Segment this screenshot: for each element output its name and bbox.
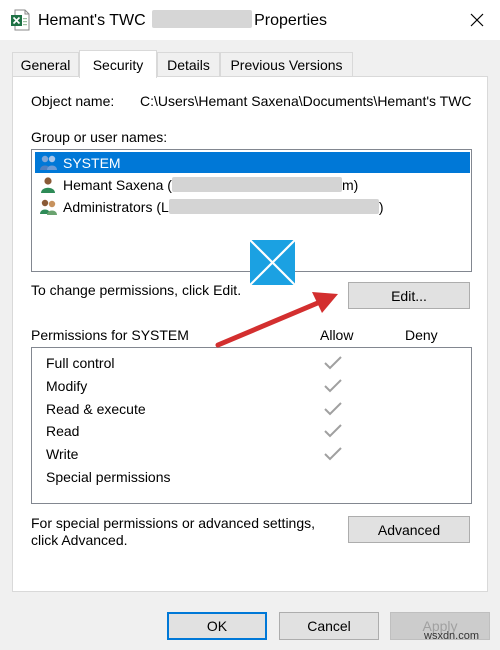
permission-label: Special permissions xyxy=(46,469,171,485)
tab-general[interactable]: General xyxy=(12,52,79,77)
group-item-label: SYSTEM xyxy=(63,154,121,171)
advanced-help-line2: click Advanced. xyxy=(31,532,128,548)
permission-row: Read & execute xyxy=(46,398,146,420)
group-names-label: Group or user names: xyxy=(31,129,168,145)
close-icon xyxy=(470,13,484,27)
permissions-for-label: Permissions for SYSTEM xyxy=(31,327,189,343)
window-title-prefix: Hemant's TWC xyxy=(38,12,146,29)
group-item-administrators[interactable]: Administrators (L ) xyxy=(35,196,470,217)
redacted-account xyxy=(168,199,379,214)
redacted-title xyxy=(152,10,253,28)
group-item-label: Administrators (L xyxy=(63,198,169,215)
advanced-help-line1: For special permissions or advanced sett… xyxy=(31,515,316,531)
allow-check-icon xyxy=(324,356,342,370)
ok-button[interactable]: OK xyxy=(167,612,267,640)
change-permissions-text: To change permissions, click Edit. xyxy=(31,282,242,298)
window-title: Hemant's TWC Properties xyxy=(38,10,327,30)
tab-security[interactable]: Security xyxy=(79,50,157,78)
permission-row: Full control xyxy=(46,352,114,374)
allow-check-icon xyxy=(324,447,342,461)
group-users-icon xyxy=(40,155,57,170)
permission-row: Read xyxy=(46,420,79,442)
allow-column-header: Allow xyxy=(320,327,354,343)
allow-check-icon xyxy=(324,424,342,438)
object-name-label: Object name: xyxy=(31,93,115,109)
window-title-suffix: Properties xyxy=(254,12,328,29)
advanced-button[interactable]: Advanced xyxy=(348,516,470,543)
group-item-suffix: m) xyxy=(341,176,359,193)
cancel-button[interactable]: Cancel xyxy=(279,612,379,640)
allow-check-icon xyxy=(324,402,342,416)
object-name-value: C:\Users\Hemant Saxena\Documents\Hemant'… xyxy=(140,93,472,109)
windows-logo-icon xyxy=(250,240,295,285)
permission-label: Write xyxy=(46,446,79,462)
group-item-suffix: ) xyxy=(378,198,384,215)
deny-column-header: Deny xyxy=(405,327,438,343)
excel-file-icon xyxy=(11,9,30,31)
close-button[interactable] xyxy=(462,6,492,34)
group-item-hemant-saxena[interactable]: Hemant Saxena ( m) xyxy=(35,174,470,195)
edit-button[interactable]: Edit... xyxy=(348,282,470,309)
redacted-email xyxy=(171,177,342,192)
permission-row: Write xyxy=(46,443,78,465)
permission-label: Read xyxy=(46,423,80,439)
group-item-label: Hemant Saxena ( xyxy=(63,176,172,193)
tab-details[interactable]: Details xyxy=(157,52,220,77)
tab-previous-versions[interactable]: Previous Versions xyxy=(220,52,353,77)
watermark-text: wsxdn.com xyxy=(424,630,480,642)
group-users-icon xyxy=(40,199,57,215)
permission-label: Full control xyxy=(46,355,115,371)
permission-label: Modify xyxy=(46,378,88,394)
permission-row: Special permissions xyxy=(46,466,171,488)
permission-label: Read & execute xyxy=(46,401,146,417)
title-bar: Hemant's TWC Properties xyxy=(0,0,500,40)
single-user-icon xyxy=(41,176,55,193)
permissions-list: Full control Modify Read & execute Read … xyxy=(31,347,472,504)
permission-row: Modify xyxy=(46,375,87,397)
group-item-system[interactable]: SYSTEM xyxy=(35,152,470,173)
allow-check-icon xyxy=(324,379,342,393)
